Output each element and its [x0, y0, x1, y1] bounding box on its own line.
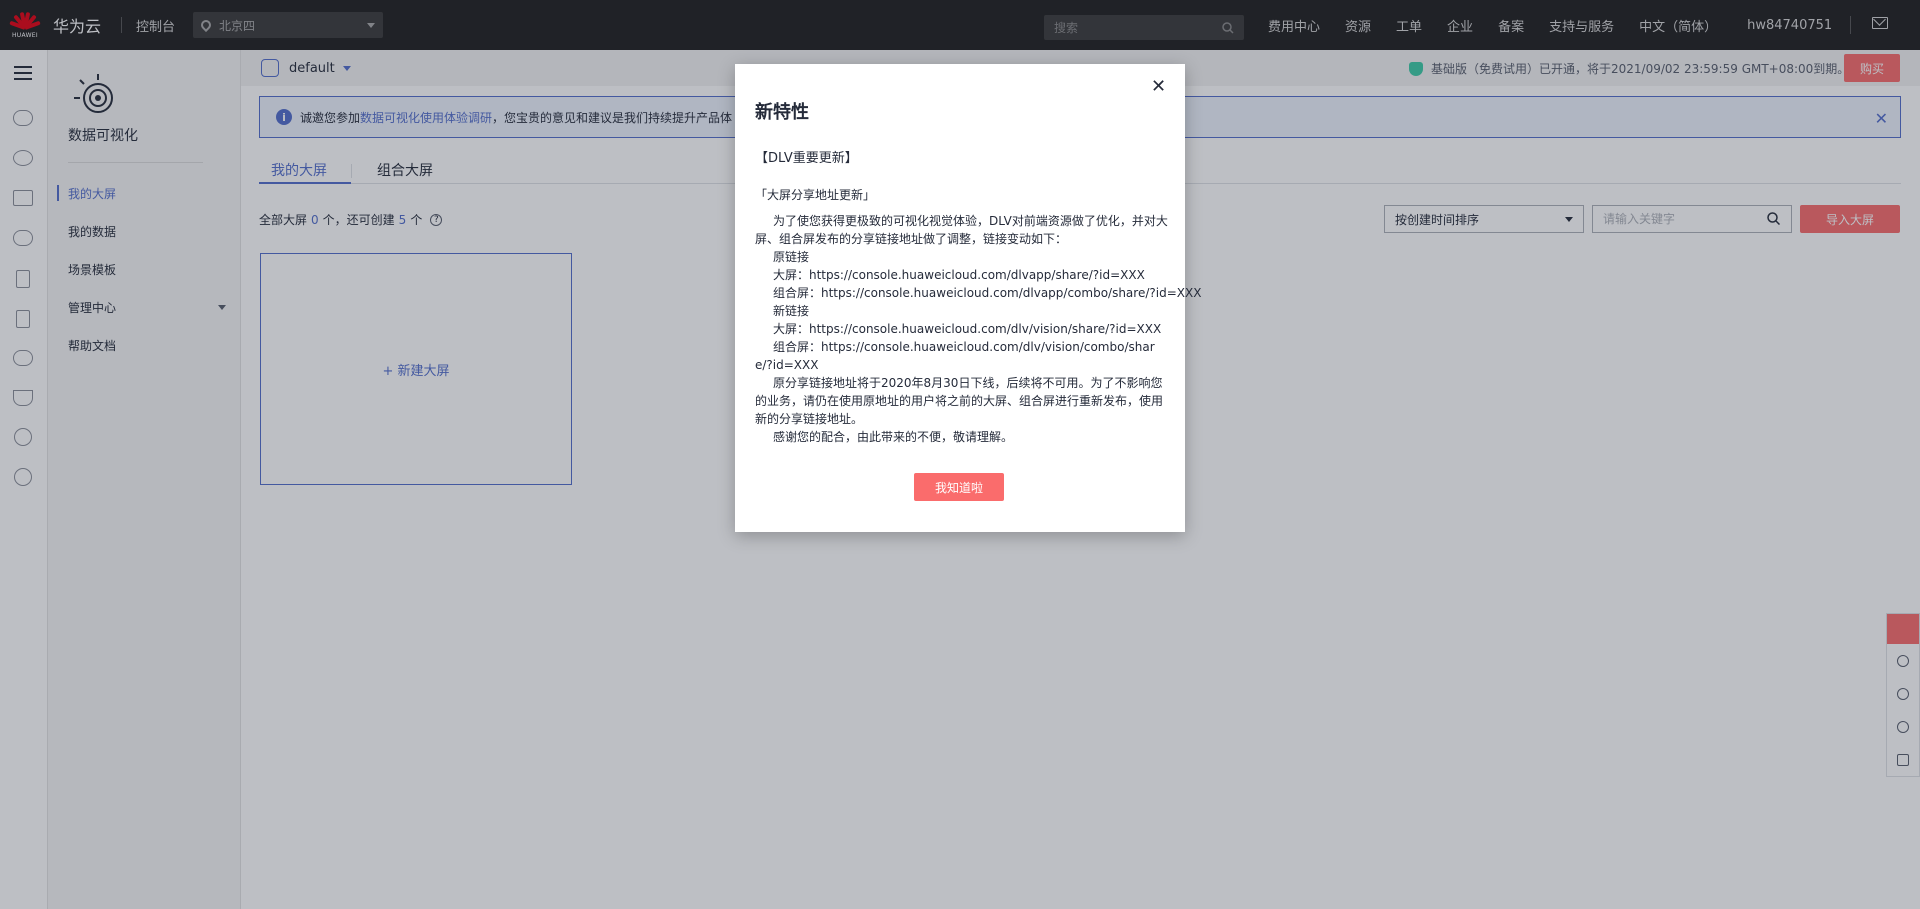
thanks-note: 感谢您的配合，由此带来的不便，敬请理解。 — [773, 430, 1014, 444]
update-intro: 为了使您获得更极致的可视化视觉体验，DLV对前端资源做了优化，并对大屏、组合屏发… — [755, 214, 1168, 246]
acknowledge-button[interactable]: 我知道啦 — [914, 473, 1004, 501]
dialog-title: 新特性 — [755, 102, 809, 123]
close-icon[interactable]: ✕ — [1151, 78, 1166, 96]
new-screen-link: 大屏：https://console.huaweicloud.com/dlv/v… — [773, 322, 1162, 336]
deprecation-note: 原分享链接地址将于2020年8月30日下线，后续将不可用。为了不影响您的业务，请… — [755, 376, 1164, 426]
new-links-label: 新链接 — [773, 304, 810, 318]
update-subheading: 「大屏分享地址更新」 — [755, 188, 876, 202]
old-links-label: 原链接 — [773, 250, 810, 264]
new-features-dialog: 新特性 ✕ 【DLV重要更新】 「大屏分享地址更新」 为了使您获得更极致的可视化… — [735, 64, 1202, 532]
new-combo-link: 组合屏：https://console.huaweicloud.com/dlv/… — [755, 340, 1155, 372]
dialog-body: 【DLV重要更新】 「大屏分享地址更新」 为了使您获得更极致的可视化视觉体验，D… — [755, 150, 1202, 446]
update-heading: 【DLV重要更新】 — [755, 151, 858, 166]
old-screen-link: 大屏：https://console.huaweicloud.com/dlvap… — [773, 268, 1145, 282]
old-combo-link: 组合屏：https://console.huaweicloud.com/dlva… — [773, 286, 1202, 300]
